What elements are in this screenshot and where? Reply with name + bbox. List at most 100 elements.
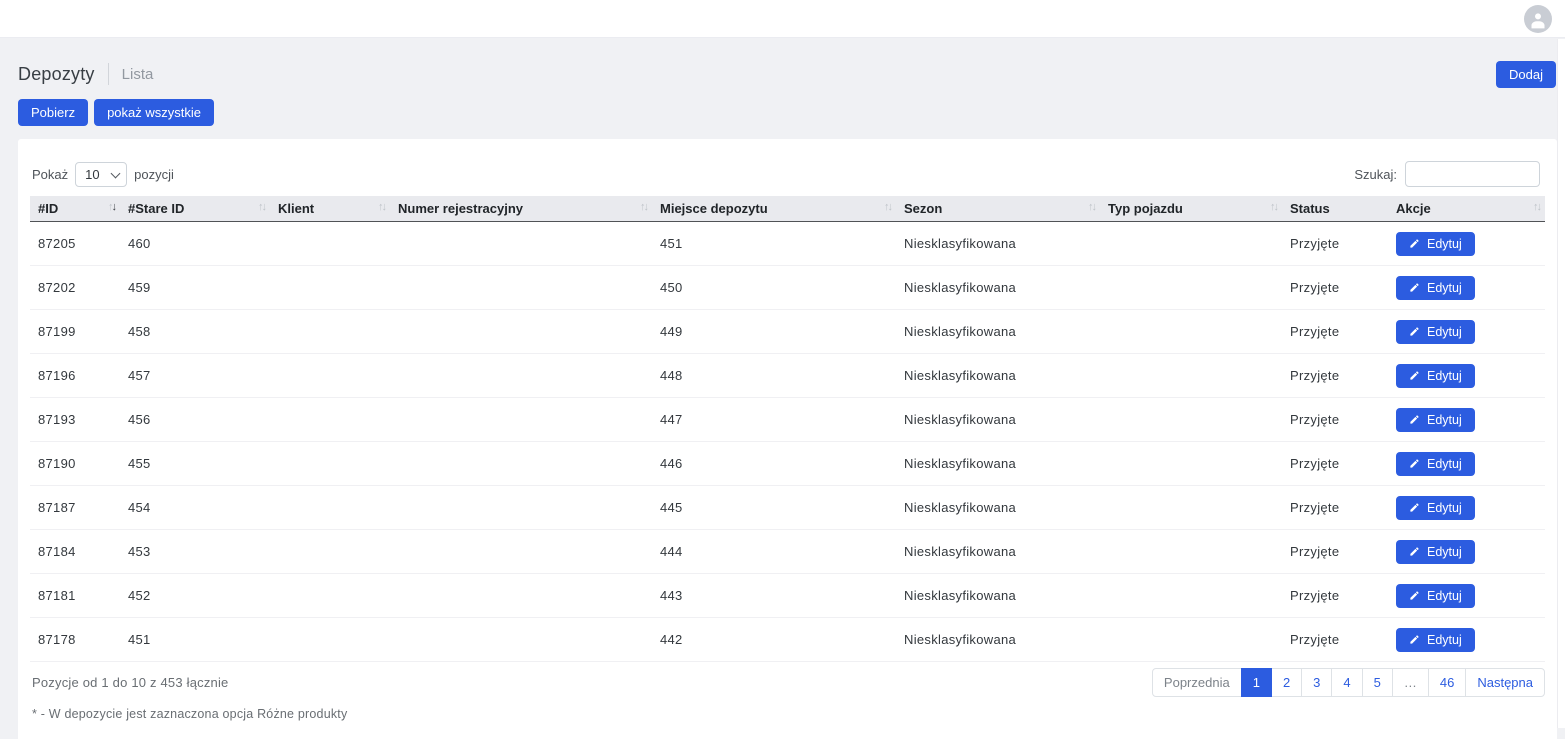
show-all-button[interactable]: pokaż wszystkie (94, 99, 214, 126)
deposits-card: Pokaż 10 pozycji Szukaj: #ID↑↓#Stare ID↑… (18, 139, 1557, 739)
column-header-numer-rejestracyjny[interactable]: Numer rejestracyjny ↑↓ (390, 196, 652, 222)
cell-id: 87190 (30, 442, 120, 486)
cell-typ-pojazdu (1100, 486, 1282, 530)
user-avatar-icon[interactable] (1524, 5, 1552, 33)
cell-id: 87193 (30, 398, 120, 442)
column-header-typ-pojazdu[interactable]: Typ pojazdu ↑↓ (1100, 196, 1282, 222)
table-row: 87181452443NiesklasyfikowanaPrzyjęteEdyt… (30, 574, 1545, 618)
table-header-row: #ID↑↓#Stare ID↑↓Klient↑↓Numer rejestracy… (30, 196, 1545, 222)
column-label: Klient (278, 201, 314, 216)
cell-miejsce-depozytu: 446 (652, 442, 896, 486)
table-row: 87193456447NiesklasyfikowanaPrzyjęteEdyt… (30, 398, 1545, 442)
table-body: 87205460 451 Niesklasyfikowana Przyjęte Edyt… (30, 222, 1545, 662)
cell-sezon: Niesklasyfikowana (896, 618, 1100, 662)
pencil-icon (1409, 590, 1420, 601)
edit-button[interactable]: Edytuj (1396, 584, 1475, 608)
cell-numer-rejestracyjny (390, 530, 652, 574)
cell-miejsce-depozytu: 450 (652, 266, 896, 310)
table-row: 87205460451NiesklasyfikowanaPrzyjęteEdyt… (30, 222, 1545, 266)
cell-typ-pojazdu (1100, 442, 1282, 486)
cell-stare-id: 460 (120, 222, 270, 266)
cell-miejsce-depozytu: 448 (652, 354, 896, 398)
cell-klient (270, 574, 390, 618)
pencil-icon (1409, 238, 1420, 249)
search-input[interactable] (1405, 161, 1540, 187)
toolbar: Pobierz pokaż wszystkie (0, 86, 1565, 126)
edit-button[interactable]: Edytuj (1396, 452, 1475, 476)
edit-button[interactable]: Edytuj (1396, 232, 1475, 256)
top-navbar (0, 0, 1565, 38)
pagination-ellipsis[interactable]: … (1392, 668, 1429, 697)
sort-icon: ↑↓ (1270, 201, 1277, 213)
sort-icon: ↑↓ (640, 201, 647, 213)
cell-id: 87205 (30, 222, 120, 266)
cell-miejsce-depozytu: 444 (652, 530, 896, 574)
column-label: Numer rejestracyjny (398, 201, 523, 216)
edit-button[interactable]: Edytuj (1396, 320, 1475, 344)
edit-button-label: Edytuj (1427, 589, 1462, 603)
sort-icon: ↑↓ (258, 201, 265, 213)
edit-button[interactable]: Edytuj (1396, 496, 1475, 520)
cell-status: Przyjęte (1282, 354, 1388, 398)
page-header: Depozyty Lista Dodaj (0, 38, 1565, 86)
cell-numer-rejestracyjny (390, 266, 652, 310)
cell-miejsce-depozytu: 443 (652, 574, 896, 618)
cell-typ-pojazdu (1100, 618, 1282, 662)
cell-miejsce-depozytu: 449 (652, 310, 896, 354)
cell-miejsce-depozytu: 451 (652, 222, 896, 266)
cell-typ-pojazdu (1100, 398, 1282, 442)
page-length-select[interactable]: 10 (75, 162, 127, 187)
search-label: Szukaj: (1354, 167, 1397, 182)
cell-klient (270, 398, 390, 442)
title-divider (108, 63, 109, 85)
pagination: Poprzednia12345…46Następna (1152, 668, 1545, 697)
edit-button-label: Edytuj (1427, 457, 1462, 471)
column-header-stare-id[interactable]: #Stare ID ↑↓ (120, 196, 270, 222)
deposits-table: #ID↑↓#Stare ID↑↓Klient↑↓Numer rejestracy… (30, 196, 1545, 662)
column-header-id[interactable]: #ID↑↓ (30, 196, 120, 222)
pencil-icon (1409, 282, 1420, 293)
column-label: Akcje (1396, 201, 1431, 216)
cell-stare-id: 456 (120, 398, 270, 442)
edit-button[interactable]: Edytuj (1396, 540, 1475, 564)
column-header-miejsce-depozytu[interactable]: Miejsce depozytu↑↓ (652, 196, 896, 222)
pagination-page-1[interactable]: 1 (1241, 668, 1272, 697)
cell-status: Przyjęte (1282, 618, 1388, 662)
pagination-page-2[interactable]: 2 (1271, 668, 1302, 697)
pagination-previous[interactable]: Poprzednia (1152, 668, 1242, 697)
cell-status: Przyjęte (1282, 310, 1388, 354)
column-label: #Stare ID (128, 201, 184, 216)
column-label: Typ pojazdu (1108, 201, 1183, 216)
cell-typ-pojazdu (1100, 574, 1282, 618)
edit-button[interactable]: Edytuj (1396, 408, 1475, 432)
cell-akcje: Edytuj (1388, 618, 1545, 662)
column-header-klient[interactable]: Klient↑↓ (270, 196, 390, 222)
cell-status: Przyjęte (1282, 266, 1388, 310)
edit-button[interactable]: Edytuj (1396, 628, 1475, 652)
edit-button-label: Edytuj (1427, 545, 1462, 559)
scrollbar-track[interactable] (1557, 39, 1565, 728)
cell-akcje: Edytuj (1388, 354, 1545, 398)
pagination-page-4[interactable]: 4 (1331, 668, 1362, 697)
edit-button[interactable]: Edytuj (1396, 276, 1475, 300)
cell-akcje: Edytuj (1388, 310, 1545, 354)
pagination-next[interactable]: Następna (1465, 668, 1545, 697)
edit-button[interactable]: Edytuj (1396, 364, 1475, 388)
cell-stare-id: 458 (120, 310, 270, 354)
download-button[interactable]: Pobierz (18, 99, 88, 126)
sort-icon: ↑↓ (884, 201, 891, 213)
cell-klient (270, 442, 390, 486)
column-header-akcje[interactable]: Akcje↑↓ (1388, 196, 1545, 222)
pencil-icon (1409, 414, 1420, 425)
cell-klient (270, 354, 390, 398)
column-header-sezon[interactable]: Sezon↑↓ (896, 196, 1100, 222)
add-button[interactable]: Dodaj (1496, 61, 1556, 88)
cell-akcje: Edytuj (1388, 574, 1545, 618)
pagination-page-3[interactable]: 3 (1301, 668, 1332, 697)
table-row: 87178451442NiesklasyfikowanaPrzyjęteEdyt… (30, 618, 1545, 662)
cell-miejsce-depozytu: 447 (652, 398, 896, 442)
pagination-page-5[interactable]: 5 (1362, 668, 1393, 697)
pagination-page-46[interactable]: 46 (1428, 668, 1466, 697)
cell-status: Przyjęte (1282, 442, 1388, 486)
cell-akcje: Edytuj (1388, 530, 1545, 574)
